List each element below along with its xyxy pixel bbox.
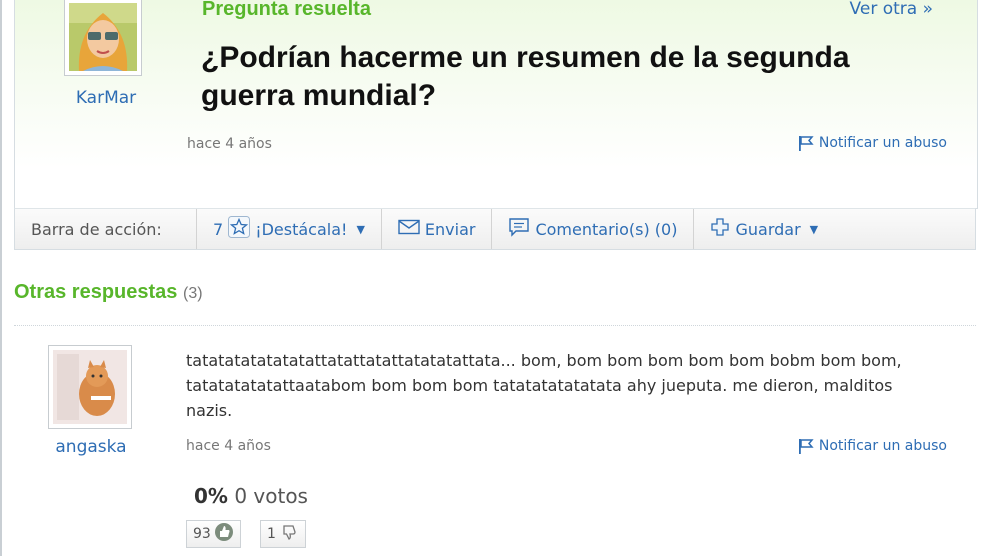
other-answers-title: Otras respuestas bbox=[14, 281, 178, 303]
thumbs-down-icon bbox=[279, 522, 299, 546]
thumbs-down-count: 1 bbox=[267, 526, 276, 542]
comment-icon bbox=[508, 217, 530, 241]
thumbs-up-button[interactable]: 93 bbox=[186, 520, 241, 548]
answerer-name-link[interactable]: angaska bbox=[46, 437, 136, 457]
star-button[interactable]: 7 ¡Destácala! ▼ bbox=[196, 209, 381, 249]
question-report-link[interactable]: Notificar un abuso bbox=[797, 135, 947, 151]
answer-report-link[interactable]: Notificar un abuso bbox=[797, 438, 947, 454]
question-timestamp: hace 4 años bbox=[187, 136, 272, 152]
left-border bbox=[0, 0, 2, 556]
star-icon bbox=[228, 216, 251, 242]
answer-timestamp: hace 4 años bbox=[186, 438, 271, 454]
envelope-icon bbox=[398, 219, 420, 239]
question-status-label: Pregunta resuelta bbox=[202, 0, 371, 20]
other-answers-heading: Otras respuestas (3) bbox=[14, 281, 203, 304]
question-panel: KarMar Pregunta resuelta Ver otra » ¿Pod… bbox=[14, 0, 978, 209]
star-label: ¡Destácala! bbox=[255, 219, 348, 239]
report-label: Notificar un abuso bbox=[818, 135, 947, 151]
answer-text: tatatatatatatatattatattatattatatatattata… bbox=[186, 351, 902, 420]
flag-icon bbox=[797, 438, 815, 454]
comments-label: Comentario(s) (0) bbox=[535, 219, 678, 239]
star-count: 7 bbox=[213, 219, 224, 239]
other-answers-count: (3) bbox=[182, 285, 203, 302]
chevron-down-icon: ▼ bbox=[809, 222, 819, 236]
send-label: Enviar bbox=[424, 219, 476, 239]
rating-percent: 0% bbox=[194, 484, 228, 508]
rating-votes: 0 votos bbox=[234, 484, 308, 508]
answerer-avatar[interactable] bbox=[48, 345, 132, 429]
plus-icon bbox=[710, 217, 730, 241]
asker-name-link[interactable]: KarMar bbox=[61, 88, 151, 108]
comments-button[interactable]: Comentario(s) (0) bbox=[491, 209, 693, 249]
action-bar-label: Barra de acción: bbox=[31, 219, 162, 239]
asker-avatar-image bbox=[69, 3, 137, 71]
answerer-avatar-image bbox=[53, 350, 127, 424]
send-button[interactable]: Enviar bbox=[380, 209, 492, 249]
question-title: ¿Podrían hacerme un resumen de la segund… bbox=[201, 41, 850, 112]
answer-rating: 0% 0 votos bbox=[194, 484, 308, 508]
save-label: Guardar bbox=[735, 219, 801, 239]
thumbs-up-icon bbox=[214, 522, 234, 546]
next-question-link[interactable]: Ver otra » bbox=[850, 0, 933, 19]
chevron-down-icon: ▼ bbox=[356, 222, 365, 236]
thumbs-down-button[interactable]: 1 bbox=[260, 520, 306, 548]
asker-avatar[interactable] bbox=[64, 0, 142, 76]
action-bar: Barra de acción: 7 ¡Destácala! ▼ Enviar … bbox=[14, 208, 976, 250]
divider bbox=[14, 325, 976, 326]
save-button[interactable]: Guardar ▼ bbox=[693, 209, 834, 249]
report-label: Notificar un abuso bbox=[818, 438, 947, 454]
thumbs-up-count: 93 bbox=[193, 526, 211, 542]
flag-icon bbox=[797, 135, 815, 151]
